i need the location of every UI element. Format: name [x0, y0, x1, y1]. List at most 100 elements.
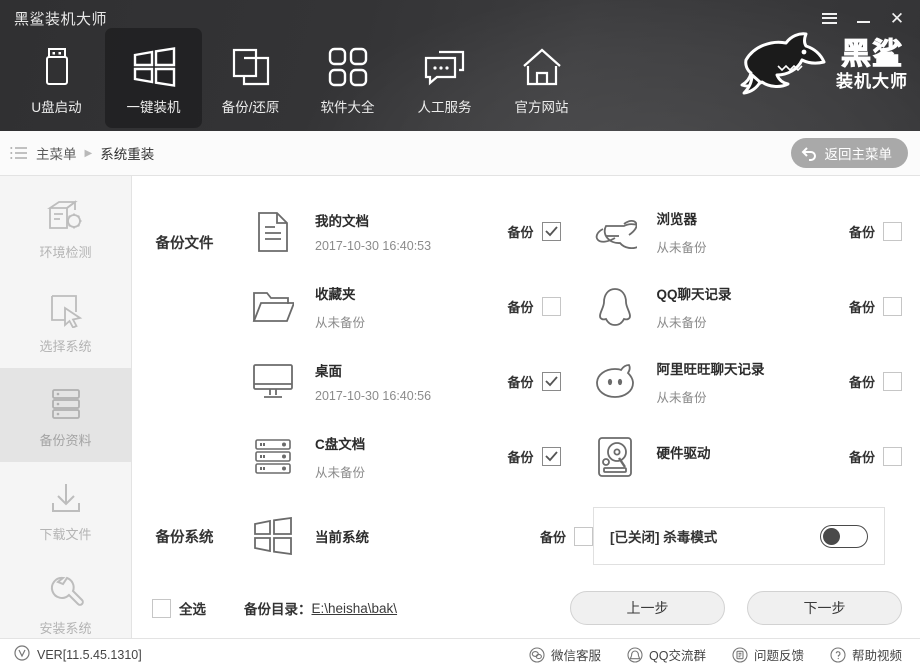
footer-link-help-video[interactable]: 帮助视频 [830, 645, 902, 664]
sidebar-item-download-files[interactable]: 下载文件 [0, 462, 131, 556]
backup-row-my-documents[interactable]: 我的文档 2017-10-30 16:40:53 备份 [237, 194, 579, 269]
footer-link-wechat-support[interactable]: 微信客服 [529, 645, 601, 664]
backup-row-hardware-driver[interactable]: 硬件驱动 备份 [579, 419, 920, 494]
hard-drive-icon [579, 436, 651, 478]
app-title: 黑鲨装机大师 [14, 11, 108, 28]
backup-item-meta: 从未备份 [315, 465, 366, 480]
home-icon [521, 40, 563, 94]
checkbox-label: 备份 [539, 529, 566, 545]
brand-text: 黑鲨 装机大师 [836, 39, 908, 90]
footer-link-label: QQ交流群 [649, 649, 706, 663]
back-arrow-icon [801, 146, 816, 161]
backup-row-desktop[interactable]: 桌面 2017-10-30 16:40:56 备份 [237, 344, 579, 419]
nav-item-backup-restore[interactable]: 备份/还原 [202, 28, 299, 128]
checkbox-label: 备份 [507, 375, 534, 390]
backup-system-checkbox[interactable] [574, 526, 593, 546]
version-text: VER[11.5.45.1310] [37, 647, 142, 662]
nav-label: 软件大全 [320, 100, 375, 115]
menu-button[interactable] [814, 5, 844, 31]
backup-checkbox-group: 备份 [507, 372, 561, 391]
sidebar-item-backup-data[interactable]: 备份资料 [0, 368, 131, 462]
backup-checkbox[interactable] [541, 222, 561, 241]
system-checkbox-group: 备份 [539, 526, 593, 546]
backup-checkbox[interactable] [883, 222, 902, 241]
nav-item-software[interactable]: 软件大全 [299, 28, 396, 128]
window-controls: ✕ [814, 5, 912, 31]
backup-checkbox[interactable] [883, 372, 902, 391]
antivirus-mode-panel: [已关闭] 杀毒模式 [593, 507, 885, 565]
backup-checkbox[interactable] [541, 447, 561, 466]
backup-directory-path[interactable]: E:\heisha\bak\ [312, 601, 398, 616]
sidebar-item-label: 选择系统 [39, 339, 92, 354]
backup-row-favorites[interactable]: 收藏夹 从未备份 备份 [237, 269, 579, 344]
backup-row-browser[interactable]: 浏览器 从未备份 备份 [579, 194, 920, 269]
backup-item-name: 浏览器 [656, 211, 698, 227]
backup-row-c-drive[interactable]: C盘文档 从未备份 备份 [237, 419, 579, 494]
backup-item-name: 收藏夹 [315, 286, 356, 302]
usb-drive-icon [42, 40, 72, 94]
footer-link-qq-group[interactable]: QQ交流群 [627, 645, 706, 664]
backup-item-meta: 从未备份 [656, 390, 707, 405]
sidebar-item-select-system[interactable]: 选择系统 [0, 274, 131, 368]
shark-logo [740, 32, 826, 95]
select-all-group[interactable]: 全选 [152, 598, 206, 618]
backup-files-left-column: 我的文档 2017-10-30 16:40:53 备份 收藏夹 从未备份 备份 … [237, 194, 579, 494]
sidebar-item-label: 安装系统 [39, 621, 92, 636]
antivirus-mode-toggle[interactable] [820, 524, 868, 548]
version-info: VER[11.5.45.1310] [14, 645, 142, 664]
checkbox-label: 备份 [848, 450, 875, 465]
nav-item-usb[interactable]: U盘启动 [8, 28, 105, 128]
select-all-checkbox[interactable] [152, 598, 171, 618]
step-buttons: 上一步 下一步 [570, 591, 902, 625]
backup-checkbox[interactable] [541, 297, 561, 316]
breadcrumb: 主菜单 ▶ 系统重装 [36, 143, 154, 163]
copy-icon [230, 40, 272, 94]
footer-link-label: 微信客服 [551, 649, 602, 663]
nav-item-one-key-install[interactable]: 一键装机 [105, 28, 202, 128]
qq-group-icon [627, 646, 643, 663]
backup-row-text: 收藏夹 从未备份 [309, 283, 507, 331]
backup-files-section: 备份文件 我的文档 2017-10-30 16:40:53 备份 收藏夹 从未备… [132, 176, 920, 494]
sidebar-item-install-system[interactable]: 安装系统 [0, 556, 131, 650]
current-system-text: 当前系统 [309, 526, 540, 546]
backup-row-qq-chat[interactable]: QQ聊天记录 从未备份 备份 [579, 269, 920, 344]
next-step-button[interactable]: 下一步 [747, 591, 902, 625]
previous-step-button[interactable]: 上一步 [570, 591, 725, 625]
close-icon: ✕ [889, 8, 905, 28]
disk-stack-icon [237, 438, 309, 476]
backup-checkbox[interactable] [541, 372, 561, 391]
current-system-row[interactable]: 当前系统 备份 [237, 517, 593, 555]
back-to-main-menu-button[interactable]: 返回主菜单 [790, 138, 908, 168]
breadcrumb-root[interactable]: 主菜单 [36, 143, 77, 163]
backup-item-name: 我的文档 [315, 214, 369, 229]
backup-system-section: 备份系统 当前系统 备份 [已关闭] 杀毒模式 [132, 494, 920, 578]
backup-checkbox[interactable] [883, 297, 902, 316]
backup-row-aliwangwang-chat[interactable]: 阿里旺旺聊天记录 从未备份 备份 [579, 344, 920, 419]
monitor-icon [237, 363, 309, 401]
folder-icon [237, 290, 309, 324]
footer-link-feedback[interactable]: 问题反馈 [732, 645, 804, 664]
sidebar-item-label: 环境检测 [39, 245, 92, 260]
sidebar-item-environment-check[interactable]: 环境检测 [0, 180, 131, 274]
nav-label: 官方网站 [514, 100, 569, 115]
nav-item-website[interactable]: 官方网站 [493, 28, 590, 128]
hamburger-icon [821, 12, 837, 24]
close-button[interactable]: ✕ [882, 5, 912, 31]
backup-checkbox-group: 备份 [849, 447, 902, 466]
windows-logo-icon [237, 517, 309, 555]
nav-label: U盘启动 [31, 100, 82, 115]
footer-links: 微信客服 QQ交流群 问题反馈 帮助视频 [529, 645, 902, 664]
breadcrumb-bar: 主菜单 ▶ 系统重装 返回主菜单 [0, 131, 920, 176]
checkbox-label: 备份 [507, 225, 534, 240]
app-window: 黑鲨装机大师 ✕ U盘启动 一键装机 备份/还原 软件大全 人工服务 官方网站 … [0, 0, 920, 670]
backup-item-name: 硬件驱动 [656, 446, 711, 461]
nav-item-support[interactable]: 人工服务 [396, 28, 493, 128]
minimize-button[interactable] [848, 5, 878, 31]
nav-label: 备份/还原 [221, 100, 280, 115]
backup-checkbox-group: 备份 [507, 297, 561, 316]
backup-checkbox[interactable] [883, 447, 902, 466]
v-circle-icon [14, 645, 30, 664]
nav-label: 人工服务 [417, 100, 472, 115]
status-bar: VER[11.5.45.1310] 微信客服 QQ交流群 问题反馈 帮助视频 [0, 638, 920, 670]
sidebar-item-label: 下载文件 [39, 527, 92, 542]
